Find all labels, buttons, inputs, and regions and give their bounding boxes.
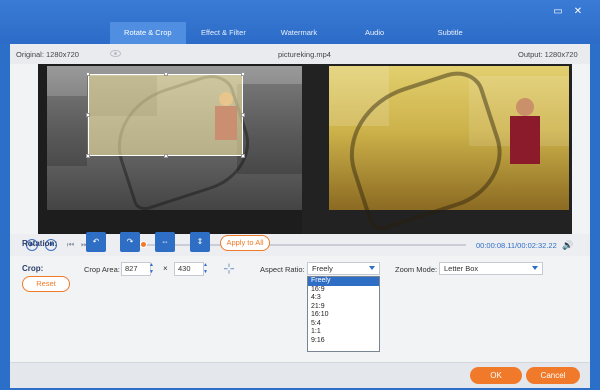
aspect-ratio-dropdown: Freely 16:9 4:3 21:9 16:10 5:4 1:1 9:16 — [307, 276, 380, 352]
file-name: pictureking.mp4 — [278, 50, 331, 59]
zoom-mode-value: Letter Box — [444, 264, 479, 273]
cancel-button[interactable]: Cancel — [526, 367, 580, 384]
crop-width-down-icon[interactable]: ▼ — [149, 270, 154, 275]
chevron-down-icon — [532, 266, 538, 270]
crop-width-up-icon[interactable]: ▲ — [149, 263, 154, 268]
info-bar: Original: 1280x720 pictureking.mp4 Outpu… — [10, 44, 590, 64]
tab-audio[interactable]: Audio — [337, 22, 413, 44]
rotate-left-button[interactable]: ↶ — [86, 232, 106, 252]
zoom-mode-label: Zoom Mode: — [395, 265, 438, 274]
flip-vertical-button[interactable]: ⇕ — [190, 232, 210, 252]
output-frame — [329, 64, 569, 234]
tab-effect-filter[interactable]: Effect & Filter — [186, 22, 262, 44]
original-resolution: Original: 1280x720 — [16, 50, 79, 59]
crop-area-label: Crop Area: — [84, 265, 120, 274]
center-crop-icon[interactable]: ⊹ — [221, 260, 237, 276]
close-icon[interactable]: ✕ — [572, 6, 584, 18]
progress-thumb[interactable] — [139, 241, 147, 248]
aspect-option-16-9[interactable]: 16:9 — [308, 286, 379, 295]
crop-label: Crop: — [22, 264, 44, 273]
dialog-footer: OK Cancel — [10, 362, 590, 388]
aspect-option-4-3[interactable]: 4:3 — [308, 294, 379, 303]
tab-rotate-crop[interactable]: Rotate & Crop — [110, 22, 186, 44]
crop-height-input[interactable]: 430 — [174, 262, 204, 276]
aspect-option-freely[interactable]: Freely — [308, 277, 379, 286]
aspect-ratio-label: Aspect Ratio: — [260, 265, 305, 274]
rotation-label: Rotation: — [22, 239, 58, 248]
flip-horizontal-button[interactable]: ⇔ — [155, 232, 175, 252]
time-display: 00:00:08.11/00:02:32.22 — [476, 241, 557, 250]
source-preview — [38, 64, 321, 234]
aspect-option-21-9[interactable]: 21:9 — [308, 303, 379, 312]
aspect-ratio-select[interactable]: Freely — [307, 262, 380, 275]
tab-subtitle[interactable]: Subtitle — [412, 22, 488, 44]
minimize-icon[interactable]: ▭ — [552, 6, 564, 18]
crop-height-up-icon[interactable]: ▲ — [203, 263, 208, 268]
aspect-option-1-1[interactable]: 1:1 — [308, 328, 379, 337]
crop-width-input[interactable]: 827 — [121, 262, 151, 276]
output-preview — [302, 64, 572, 234]
volume-icon[interactable]: 🔊 — [562, 240, 573, 251]
tab-bar: Rotate & Crop Effect & Filter Watermark … — [110, 22, 488, 44]
zoom-mode-select[interactable]: Letter Box — [439, 262, 543, 275]
eye-icon[interactable] — [110, 50, 121, 57]
aspect-option-5-4[interactable]: 5:4 — [308, 320, 379, 329]
output-resolution: Output: 1280x720 — [518, 50, 578, 59]
tab-watermark[interactable]: Watermark — [261, 22, 337, 44]
aspect-ratio-value: Freely — [312, 264, 333, 273]
times-sign: × — [163, 264, 168, 273]
crop-height-down-icon[interactable]: ▼ — [203, 270, 208, 275]
aspect-option-9-16[interactable]: 9:16 — [308, 337, 379, 346]
rotate-right-button[interactable]: ↷ — [120, 232, 140, 252]
editor-panel: Original: 1280x720 pictureking.mp4 Outpu… — [10, 44, 590, 388]
previous-frame-icon[interactable]: ⏮ — [67, 239, 74, 251]
chevron-down-icon — [369, 266, 375, 270]
ok-button[interactable]: OK — [470, 367, 522, 384]
crop-selection-box[interactable] — [86, 72, 245, 158]
source-frame — [47, 66, 303, 214]
reset-button[interactable]: Reset — [22, 276, 70, 292]
title-bar: Rotate & Crop Effect & Filter Watermark … — [0, 0, 600, 44]
apply-to-all-button[interactable]: Apply to All — [220, 235, 270, 251]
aspect-option-16-10[interactable]: 16:10 — [308, 311, 379, 320]
